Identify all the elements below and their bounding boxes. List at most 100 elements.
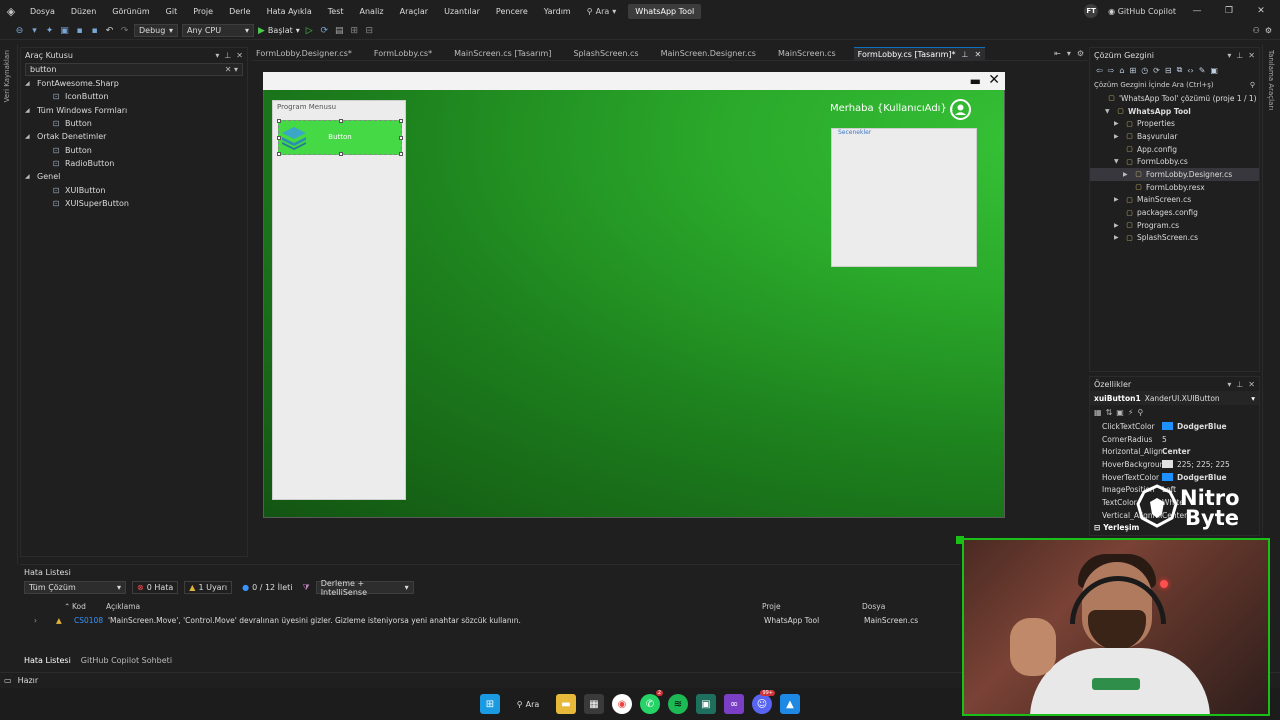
settings-icon[interactable]: ⚙: [1265, 26, 1272, 35]
solution-tree-item[interactable]: ▶ ▢ Program.cs: [1090, 219, 1259, 232]
toolbox-category[interactable]: ◢ Tüm Windows Formları: [25, 104, 247, 117]
expand-triangle-icon[interactable]: ▶: [1123, 171, 1131, 178]
resize-handle[interactable]: [339, 152, 343, 156]
menu-item-build[interactable]: Derle: [221, 7, 259, 16]
properties-view-icon[interactable]: ▣: [1116, 408, 1124, 417]
pin-icon[interactable]: ⊥: [1236, 51, 1243, 60]
toolbox-category[interactable]: ◢ Ortak Denetimler: [25, 130, 247, 143]
column-project[interactable]: Proje: [762, 602, 862, 611]
expand-triangle-icon[interactable]: ▶: [1114, 196, 1122, 203]
expand-triangle-icon[interactable]: ▼: [1105, 108, 1113, 115]
menu-item-test[interactable]: Test: [320, 7, 352, 16]
property-object-selector[interactable]: xuiButton1 XanderUI.XUIButton ▾: [1090, 391, 1259, 405]
undo-icon[interactable]: ↶: [104, 25, 115, 36]
menu-item-project[interactable]: Proje: [185, 7, 221, 16]
toolbox-search-input[interactable]: button ✕ ▾: [25, 63, 243, 76]
solution-tree-item[interactable]: ▶ ▢ MainScreen.cs: [1090, 194, 1259, 207]
minimize-window-icon[interactable]: —: [1186, 6, 1208, 16]
close-tab-icon[interactable]: ✕: [975, 50, 982, 59]
pending-changes-icon[interactable]: ◷: [1141, 66, 1148, 75]
file-explorer-icon[interactable]: ▬: [556, 694, 576, 714]
diagnostic-tools-tab[interactable]: Tanılama Araçları: [1267, 50, 1275, 110]
document-tab[interactable]: FormLobby.cs*: [370, 47, 436, 61]
tab-error-list[interactable]: Hata Listesi: [24, 656, 71, 665]
view-code-icon[interactable]: ‹›: [1187, 66, 1193, 75]
toolbox-category[interactable]: ◢ FontAwesome.Sharp: [25, 77, 247, 90]
tab-overflow-icon[interactable]: ⇤: [1054, 49, 1061, 58]
greeting-label[interactable]: Merhaba {KullanıcıAdı} !: [830, 103, 954, 117]
errors-filter-toggle[interactable]: ⊗ 0 Hata: [132, 581, 179, 594]
warnings-filter-toggle[interactable]: ▲ 1 Uyarı: [184, 581, 233, 594]
maximize-window-icon[interactable]: ❐: [1218, 6, 1240, 16]
visual-studio-icon[interactable]: ∞: [724, 694, 744, 714]
document-tab[interactable]: MainScreen.cs: [774, 47, 840, 61]
toolbox-item[interactable]: ⊡ RadioButton: [25, 157, 247, 170]
column-file[interactable]: Dosya: [862, 602, 942, 611]
menu-item-window[interactable]: Pencere: [488, 7, 536, 16]
expand-triangle-icon[interactable]: ▶: [1114, 120, 1122, 127]
hot-reload-icon[interactable]: ⟳: [319, 25, 330, 36]
navigate-forward-icon[interactable]: ▾: [29, 25, 40, 36]
form-close-icon[interactable]: ✕: [988, 72, 1000, 88]
property-pages-icon[interactable]: ⚲: [1137, 408, 1143, 417]
property-value[interactable]: 5: [1162, 435, 1167, 444]
global-search[interactable]: ⚲ Ara ▾: [579, 7, 625, 16]
property-row[interactable]: HoverBackground 225; 225; 225: [1090, 458, 1259, 471]
align-icon[interactable]: ⊞: [349, 25, 360, 36]
user-avatar-icon[interactable]: [950, 99, 971, 120]
menu-item-tools[interactable]: Araçlar: [392, 7, 436, 16]
redo-icon[interactable]: ↷: [119, 25, 130, 36]
column-code[interactable]: Kod: [72, 602, 106, 611]
messages-filter-toggle[interactable]: ● 0 / 12 İleti: [238, 581, 296, 594]
toolbox-item[interactable]: ⊡ XUISuperButton: [25, 197, 247, 210]
property-value[interactable]: Center: [1162, 447, 1190, 456]
platform-dropdown[interactable]: Any CPU ▾: [182, 24, 254, 37]
chevron-down-icon[interactable]: ▾: [215, 51, 219, 60]
save-icon[interactable]: ▪: [74, 25, 85, 36]
toolbox-item[interactable]: ⊡ Button: [25, 143, 247, 156]
resize-handle[interactable]: [399, 136, 403, 140]
navigate-back-icon[interactable]: ⊖: [14, 25, 25, 36]
menu-item-git[interactable]: Git: [158, 7, 186, 16]
settings-icon[interactable]: ⚙: [1077, 49, 1084, 58]
property-value[interactable]: DodgerBlue: [1177, 473, 1227, 482]
solution-tree-item[interactable]: ▶ ▢ SplashScreen.cs: [1090, 232, 1259, 245]
document-tab[interactable]: MainScreen.cs [Tasarım]: [450, 47, 555, 61]
property-value[interactable]: 225; 225; 225: [1177, 460, 1230, 469]
solution-tree-item[interactable]: ▢ FormLobby.resx: [1090, 181, 1259, 194]
terminal-icon[interactable]: ▣: [696, 694, 716, 714]
chevron-down-icon[interactable]: ▾: [1067, 49, 1071, 58]
resize-handle[interactable]: [399, 119, 403, 123]
document-tab[interactable]: FormLobby.Designer.cs*: [252, 47, 356, 61]
whatsapp-icon[interactable]: ✆ 2: [640, 690, 663, 714]
error-code-link[interactable]: CS0108: [74, 616, 108, 625]
menu-item-help[interactable]: Yardım: [536, 7, 579, 16]
expand-triangle-icon[interactable]: ▼: [1114, 158, 1122, 165]
options-groupbox[interactable]: Secenekler: [831, 128, 977, 267]
photos-icon[interactable]: ▲: [780, 694, 800, 714]
data-sources-tab[interactable]: Veri Kaynakları: [3, 50, 11, 102]
resize-handle[interactable]: [277, 136, 281, 140]
taskbar-search[interactable]: ⚲ Ara: [508, 694, 548, 714]
resize-handle[interactable]: [399, 152, 403, 156]
properties-icon[interactable]: ✎: [1199, 66, 1206, 75]
solution-tree-item[interactable]: ▢ 'WhatsApp Tool' çözümü (proje 1 / 1): [1090, 92, 1259, 105]
chevron-down-icon[interactable]: ▾: [1227, 51, 1231, 60]
solution-tree-item[interactable]: ▢ packages.config: [1090, 206, 1259, 219]
property-value[interactable]: DodgerBlue: [1177, 422, 1227, 431]
menu-item-analyze[interactable]: Analiz: [352, 7, 392, 16]
pin-icon[interactable]: ⊥: [224, 51, 231, 60]
property-row[interactable]: HoverTextColor DodgerBlue: [1090, 471, 1259, 484]
toolbox-item[interactable]: ⊡ Button: [25, 117, 247, 130]
expand-triangle-icon[interactable]: ▶: [1114, 133, 1122, 140]
alphabetical-icon[interactable]: ⇅: [1106, 408, 1113, 417]
build-filter-dropdown[interactable]: Derleme + IntelliSense ▾: [315, 579, 414, 597]
solution-search-input[interactable]: Çözüm Gezgini İçinde Ara (Ctrl+ş) ⚲: [1094, 79, 1255, 91]
scope-dropdown[interactable]: Tüm Çözüm ▾: [24, 581, 126, 594]
account-avatar[interactable]: FT: [1084, 4, 1099, 18]
new-project-icon[interactable]: ✦: [44, 25, 55, 36]
toolbox-category[interactable]: ◢ Genel: [25, 170, 247, 183]
solution-tree-item[interactable]: ▶ ▢ FormLobby.Designer.cs: [1090, 168, 1259, 181]
menu-item-edit[interactable]: Düzen: [63, 7, 104, 16]
close-icon[interactable]: ✕: [1248, 51, 1255, 60]
